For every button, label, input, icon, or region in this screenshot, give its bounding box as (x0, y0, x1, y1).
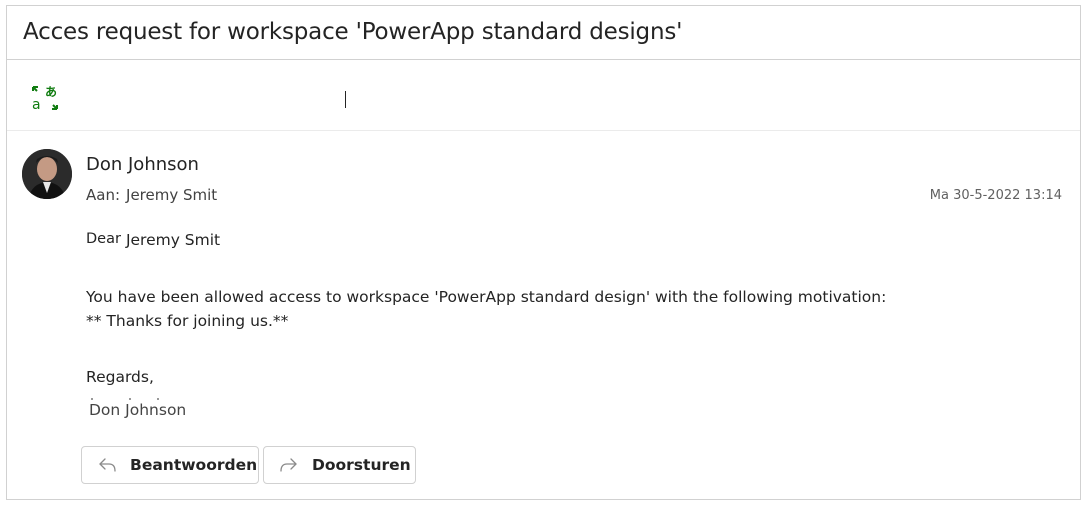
greeting-line: Dear Jeremy Smit (86, 231, 220, 249)
svg-text:a: a (32, 97, 41, 111)
subject-bar: Acces request for workspace 'PowerApp st… (7, 6, 1080, 60)
reply-button-label: Beantwoorden (130, 456, 258, 474)
sender-avatar[interactable] (22, 149, 72, 199)
message-line-1: You have been allowed access to workspac… (86, 288, 887, 306)
reply-arrow-icon (99, 458, 116, 472)
svg-text:あ: あ (45, 85, 57, 99)
forward-button[interactable]: Doorsturen (263, 446, 416, 484)
forward-button-label: Doorsturen (312, 456, 411, 474)
regards-line: Regards, (86, 368, 154, 386)
greeting-name: Jeremy Smit (125, 231, 221, 249)
sender-name[interactable]: Don Johnson (86, 154, 199, 175)
email-reading-pane: Acces request for workspace 'PowerApp st… (6, 5, 1081, 500)
recipient-line: Aan: Jeremy Smit (86, 186, 217, 204)
message-line-2: ** Thanks for joining us.** (86, 312, 289, 330)
forward-arrow-icon (280, 458, 297, 472)
email-subject: Acces request for workspace 'PowerApp st… (23, 19, 683, 45)
reply-button[interactable]: Beantwoorden (81, 446, 259, 484)
email-timestamp: Ma 30-5-2022 13:14 (929, 188, 1062, 203)
greeting-dear: Dear (86, 231, 121, 247)
text-caret (345, 91, 346, 108)
translate-toolbar: あ a (7, 61, 1080, 131)
translate-icon[interactable]: あ a (31, 85, 59, 113)
signature-name: Don Johnson (89, 401, 187, 419)
recipient-name[interactable]: Jeremy Smit (126, 186, 217, 204)
to-label: Aan: (86, 186, 121, 204)
